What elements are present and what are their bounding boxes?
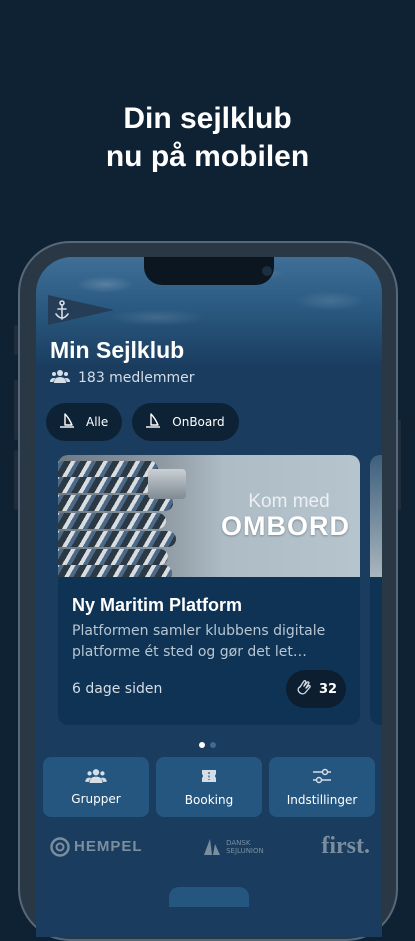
booking-button[interactable]: Booking — [156, 757, 262, 817]
filter-chips: Alle OnBoard — [46, 403, 239, 441]
headline-line-1: Din sejlklub — [123, 102, 292, 135]
clap-count: 32 — [318, 681, 338, 697]
filter-chip-label: Alle — [86, 415, 109, 429]
settings-button-label: Indstillinger — [286, 792, 358, 807]
hempel-logo-text: HEMPEL — [74, 838, 143, 855]
news-card-image-headline: OMBORD — [221, 511, 350, 541]
people-icon — [85, 768, 107, 786]
news-card-title: Ny Maritim Platform — [72, 595, 243, 615]
groups-button-label: Grupper — [71, 792, 121, 806]
sailboat-icon — [58, 412, 76, 433]
member-count[interactable]: 183 medlemmer — [50, 369, 194, 387]
carousel-dot-2[interactable] — [210, 742, 216, 748]
clap-button[interactable]: 32 — [286, 670, 346, 708]
member-count-label: 183 medlemmer — [78, 370, 195, 386]
booking-button-label: Booking — [184, 792, 234, 807]
sailboat-icon — [144, 412, 162, 433]
quick-actions: Grupper Booking Indstillinger — [43, 757, 375, 817]
phone-notch — [144, 257, 274, 285]
next-news-card-image — [370, 455, 382, 577]
news-card-image-text: Kom med — [248, 491, 330, 512]
settings-button[interactable]: Indstillinger — [269, 757, 375, 817]
club-flag-anchor-icon — [48, 295, 114, 325]
news-card-description: Platformen samler klubbens digitale plat… — [72, 623, 326, 660]
bottom-action-tab[interactable] — [169, 887, 249, 907]
camera-icon — [262, 266, 272, 276]
filter-chip-label: OnBoard — [172, 415, 225, 429]
next-news-card[interactable] — [370, 455, 382, 725]
groups-button[interactable]: Grupper — [43, 757, 149, 817]
ticket-icon — [200, 768, 218, 787]
dansk-sejlunion-logo: DANSK SEJLUNION — [200, 837, 264, 857]
filter-chip-onboard[interactable]: OnBoard — [132, 403, 239, 441]
news-card[interactable]: Kom med OMBORD Ny Maritim Platform Platf… — [58, 455, 360, 725]
carousel-pagination — [199, 742, 216, 748]
first-logo: first. — [321, 833, 370, 859]
hempel-logo: HEMPEL — [50, 836, 143, 857]
headline-line-2: nu på mobilen — [105, 140, 310, 173]
sponsor-logos: HEMPEL DANSK SEJLUNION first. — [50, 833, 370, 860]
people-icon — [50, 369, 70, 387]
dansk-sejlunion-line-2: SEJLUNION — [226, 846, 264, 855]
club-title: Min Sejlklub — [50, 337, 185, 363]
news-card-date: 6 dage siden — [72, 681, 163, 697]
carousel-dot-1[interactable] — [199, 742, 205, 748]
sliders-icon — [312, 768, 332, 787]
dansk-sejlunion-line-1: DANSK — [226, 838, 251, 847]
promo-headline: Din sejlklub nu på mobilen — [0, 100, 415, 176]
clap-icon — [295, 678, 313, 700]
news-card-image: Kom med OMBORD — [58, 455, 360, 577]
app-screen: Min Sejlklub 183 medlemmer Alle OnBoard … — [36, 257, 382, 937]
filter-chip-alle[interactable]: Alle — [46, 403, 123, 441]
